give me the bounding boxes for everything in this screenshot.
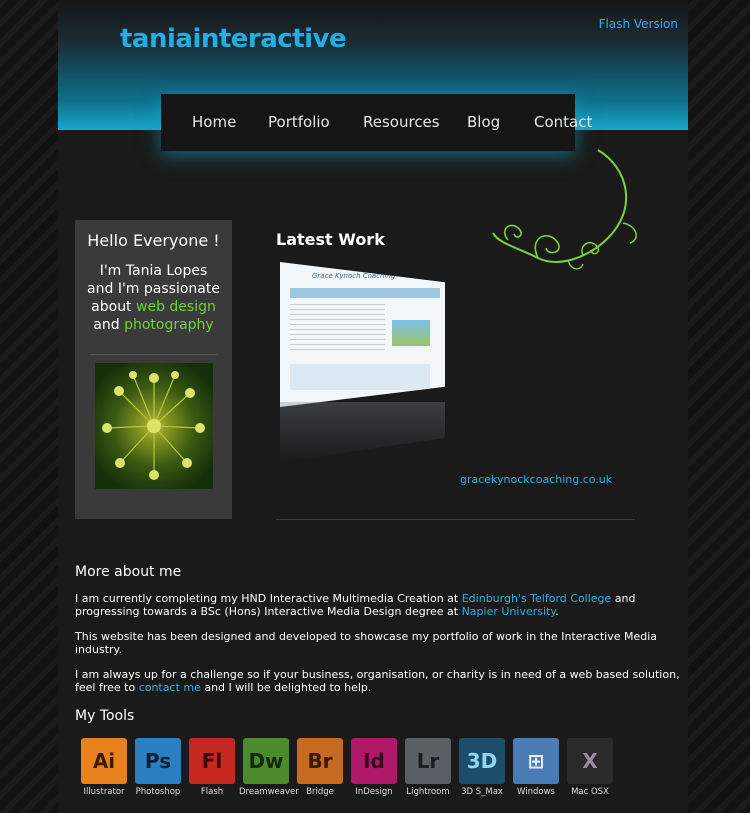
tool-label: Photoshop	[135, 787, 181, 797]
tool-item: Ps Photoshop	[131, 738, 185, 797]
decorative-vine	[492, 149, 637, 270]
hello-line-3-prefix: about	[91, 299, 136, 315]
thumb-photo	[392, 320, 430, 346]
tool-item: Fl Flash	[185, 738, 239, 797]
dreamweaver-icon: Dw	[243, 738, 289, 784]
tools-list: Ai Illustrator Ps Photoshop Fl Flash Dw Dreamwe…	[77, 738, 617, 797]
about-p1-text-c: .	[555, 605, 559, 618]
nav-resources[interactable]: Resources	[363, 113, 440, 131]
nav-contact[interactable]: Contact	[534, 113, 592, 131]
site-logo[interactable]: taniainteractive	[120, 24, 347, 54]
tool-label: Flash	[200, 787, 224, 797]
hello-line-3: about web design	[75, 298, 232, 316]
main-nav: Home Portfolio Resources Blog Contact	[161, 94, 592, 151]
nav-portfolio[interactable]: Portfolio	[268, 113, 330, 131]
3d-s-max-icon: 3D	[459, 738, 505, 784]
thumb-text-block	[290, 304, 385, 354]
lightroom-icon: Lr	[405, 738, 451, 784]
flash-version-link[interactable]: Flash Version	[599, 17, 678, 31]
nav-home[interactable]: Home	[192, 113, 236, 131]
about-title: More about me	[75, 564, 182, 580]
tool-label: Lightroom	[406, 787, 450, 797]
tool-item: Br Bridge	[293, 738, 347, 797]
tool-item: 3D 3D S_Max	[455, 738, 509, 797]
flower-illustration	[101, 371, 205, 480]
nav-blog[interactable]: Blog	[467, 113, 500, 131]
about-section: I am currently completing my HND Interac…	[75, 592, 680, 706]
web-design-link[interactable]: web design	[136, 299, 216, 315]
about-paragraph-2: This website has been designed and devel…	[75, 630, 658, 656]
tool-item: Dw Dreamweaver	[239, 738, 299, 797]
tool-label: 3D S_Max	[461, 787, 503, 797]
latest-work-divider	[276, 519, 635, 520]
hello-intro: I'm Tania Lopes and I'm passionate about…	[75, 262, 232, 334]
tool-item: ⊞ Windows	[509, 738, 563, 797]
hello-panel: Hello Everyone ! I'm Tania Lopes and I'm…	[75, 220, 232, 519]
about-paragraph-3: I am always up for a challenge so if you…	[75, 668, 680, 694]
tools-title: My Tools	[75, 708, 135, 724]
flash-icon: Fl	[189, 738, 235, 784]
about-paragraph-1: I am currently completing my HND Interac…	[75, 592, 680, 618]
hello-title: Hello Everyone !	[87, 231, 220, 250]
tool-label: Dreamweaver	[239, 787, 299, 797]
website-screenshot: Grace Kynoch Coaching	[280, 262, 445, 407]
indesign-icon: Id	[351, 738, 397, 784]
latest-work-thumbnail[interactable]: Grace Kynoch Coaching	[280, 262, 445, 462]
tool-label: InDesign	[355, 787, 393, 797]
page-container: taniainteractive Flash Version Home Port…	[58, 0, 688, 813]
photography-link[interactable]: photography	[124, 317, 214, 333]
thumb-nav-bar	[290, 288, 440, 298]
tool-label: Mac OSX	[571, 787, 609, 797]
hello-divider	[90, 354, 217, 355]
hello-line-1: I'm Tania Lopes	[99, 263, 208, 279]
tool-label: Bridge	[306, 787, 334, 797]
tool-item: Id InDesign	[347, 738, 401, 797]
about-p3-text-b: and I will be delighted to help.	[200, 681, 372, 694]
hello-line-2: and I'm passionate	[87, 281, 220, 297]
about-p1-text-a: I am currently completing my HND Interac…	[75, 592, 462, 605]
telford-college-link[interactable]: Edinburgh's Telford College	[462, 592, 612, 605]
bridge-icon: Br	[297, 738, 343, 784]
hello-line-4-prefix: and	[93, 317, 125, 333]
mac-osx-icon: X	[567, 738, 613, 784]
napier-university-link[interactable]: Napier University	[462, 605, 556, 618]
thumb-footer-block	[290, 364, 430, 390]
windows-icon: ⊞	[513, 738, 559, 784]
contact-me-link[interactable]: contact me	[139, 681, 201, 694]
latest-work-title: Latest Work	[276, 230, 385, 249]
tool-label: Illustrator	[83, 787, 125, 797]
tool-label: Windows	[517, 787, 555, 797]
hello-line-4: and photography	[75, 316, 232, 334]
tool-item: Lr Lightroom	[401, 738, 455, 797]
thumb-brand: Grace Kynoch Coaching	[312, 272, 396, 280]
photoshop-icon: Ps	[135, 738, 181, 784]
tool-item: Ai Illustrator	[77, 738, 131, 797]
tool-item: X Mac OSX	[563, 738, 617, 797]
flower-photo	[94, 363, 213, 489]
latest-work-link[interactable]: gracekynockcoaching.co.uk	[460, 473, 612, 486]
thumbnail-reflection	[280, 402, 445, 462]
illustrator-icon: Ai	[81, 738, 127, 784]
